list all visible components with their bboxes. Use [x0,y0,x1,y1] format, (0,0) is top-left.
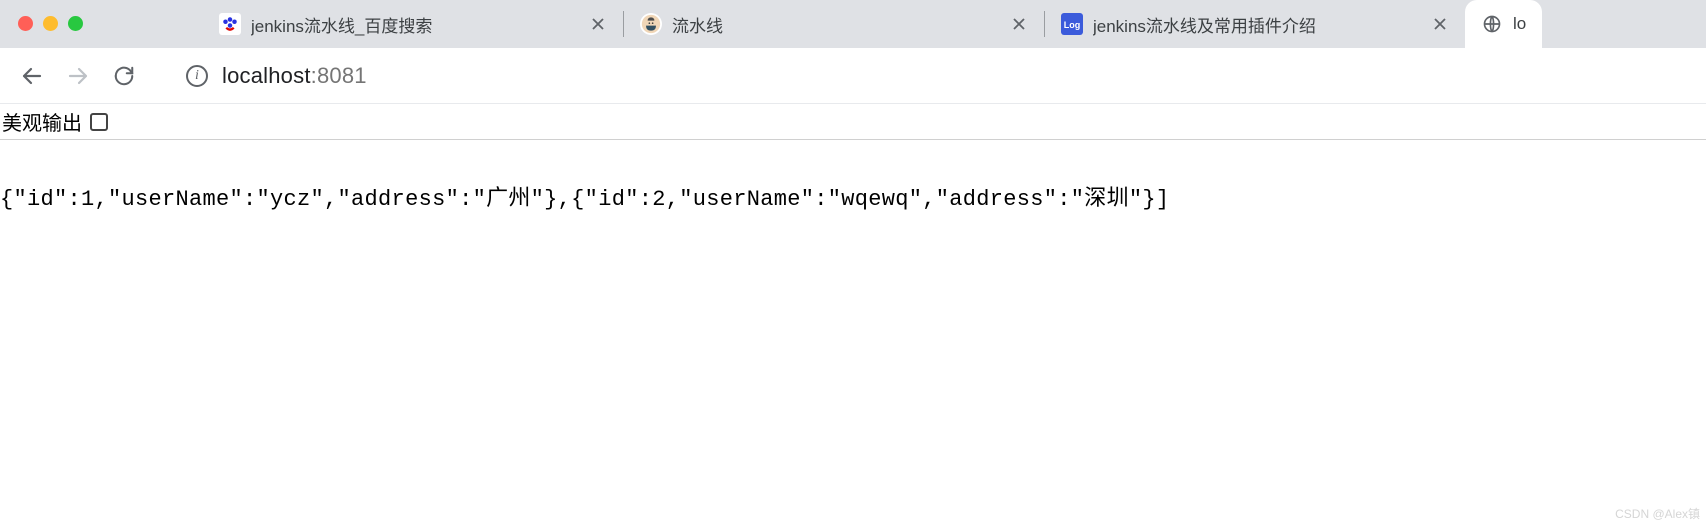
tab-csdn-article[interactable]: Log jenkins流水线及常用插件介绍 [1045,0,1465,48]
url-text: localhost:8081 [222,63,367,89]
tab-jenkins-pipeline[interactable]: 流水线 [624,0,1044,48]
tab-title: jenkins流水线及常用插件介绍 [1093,12,1421,37]
reload-button[interactable] [104,56,144,96]
url-host: localhost [222,63,311,88]
tab-title: 流水线 [672,12,1000,37]
address-bar[interactable]: i localhost:8081 [162,56,1694,96]
tab-close-icon[interactable] [1010,15,1028,33]
window-controls [18,16,83,31]
tab-close-icon[interactable] [1431,15,1449,33]
forward-button[interactable] [58,56,98,96]
jenkins-favicon-icon [640,13,662,35]
baidu-favicon-icon [219,13,241,35]
url-port: :8081 [311,63,367,88]
window-minimize-button[interactable] [43,16,58,31]
tabs-container: jenkins流水线_百度搜索 流水线 Log jenkins流水线及常用插件介… [203,0,1706,48]
toolbar: i localhost:8081 [0,48,1706,104]
site-info-icon[interactable]: i [186,65,208,87]
watermark: CSDN @Alex镇 [1615,505,1700,522]
window-maximize-button[interactable] [68,16,83,31]
pretty-print-bar: 美观输出 [0,104,1706,140]
json-response-body: {"id":1,"userName":"ycz","address":"广州"}… [0,140,1706,216]
pretty-print-label: 美观输出 [2,107,82,136]
globe-favicon-icon [1481,13,1503,35]
tab-localhost[interactable]: lo [1465,0,1542,48]
pretty-print-checkbox[interactable] [90,113,108,131]
csdn-favicon-icon: Log [1061,13,1083,35]
tab-title: lo [1513,14,1526,34]
window-close-button[interactable] [18,16,33,31]
tab-baidu-search[interactable]: jenkins流水线_百度搜索 [203,0,623,48]
tab-bar: jenkins流水线_百度搜索 流水线 Log jenkins流水线及常用插件介… [0,0,1706,48]
svg-text:Log: Log [1064,20,1081,30]
back-button[interactable] [12,56,52,96]
tab-title: jenkins流水线_百度搜索 [251,12,579,37]
tab-close-icon[interactable] [589,15,607,33]
